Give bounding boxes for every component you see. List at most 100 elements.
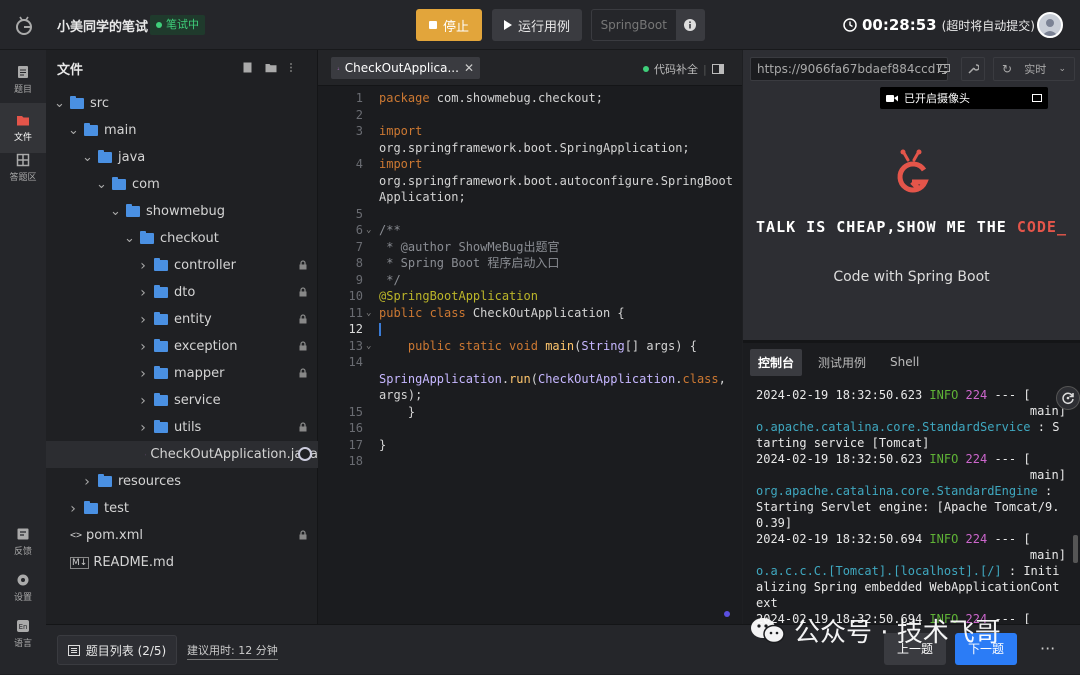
- tree-item-label: main: [104, 123, 137, 138]
- folder-icon: [98, 150, 112, 163]
- more-options-icon[interactable]: [289, 62, 293, 73]
- camera-icon: [886, 94, 898, 102]
- info-icon[interactable]: [676, 10, 704, 40]
- code-text: }: [379, 404, 416, 419]
- tree-item-dto[interactable]: › dto: [46, 279, 318, 306]
- log-thread: main]: [1029, 548, 1066, 562]
- tree-item-label: java: [118, 150, 146, 165]
- code-text: public static void main(String[] args) {: [407, 338, 697, 353]
- code-text: @SpringBootApplication: [379, 289, 538, 303]
- tab-test-cases[interactable]: 测试用例: [810, 349, 874, 376]
- chevron-right-icon: ›: [84, 473, 90, 490]
- timer-value: 00:28:53: [862, 16, 937, 34]
- user-avatar[interactable]: [1037, 12, 1063, 38]
- nav-item-question[interactable]: 题目: [0, 55, 46, 105]
- tree-item-controller[interactable]: › controller: [46, 252, 318, 279]
- more-button[interactable]: ···: [1040, 639, 1055, 658]
- log-thread-name: main: [1029, 404, 1059, 418]
- lock-icon: [299, 260, 307, 270]
- environment-select[interactable]: SpringBoot: [591, 9, 705, 41]
- tree-item-label: src: [90, 96, 109, 111]
- line-number: 17: [348, 437, 363, 452]
- folder-icon: [154, 393, 168, 406]
- tab-console[interactable]: 控制台: [750, 348, 803, 376]
- log-pid: 224: [965, 388, 988, 402]
- autocomplete-label: 代码补全: [654, 63, 698, 76]
- log-logger: o.a.c.c.C.[Tomcat].[localhost].[/]: [756, 564, 1002, 578]
- console-scrollbar[interactable]: [1073, 535, 1078, 563]
- screen-icon[interactable]: [934, 57, 954, 81]
- clock-icon: [843, 18, 857, 32]
- run-tests-button[interactable]: 运行用例: [492, 9, 582, 41]
- tree-item-label: CheckOutApplication.java: [150, 447, 318, 462]
- tree-item-test[interactable]: › test: [46, 495, 318, 522]
- log-message: Starting Servlet engine: [Apache Tomcat/…: [756, 500, 1060, 530]
- code-text: }: [379, 437, 387, 452]
- nav-label: 题目: [13, 85, 32, 95]
- tree-item-checkoutapplication-java[interactable]: CheckOutApplication.java: [46, 441, 318, 468]
- nav-item-language[interactable]: En 语言: [0, 609, 46, 659]
- chevron-down-icon: ⌄: [124, 231, 135, 246]
- line-number: 3: [355, 124, 363, 138]
- tree-item-resources[interactable]: › resources: [46, 468, 318, 495]
- preview-subtitle: Code with Spring Boot: [833, 269, 990, 285]
- nav-item-answer-area[interactable]: 答题区: [0, 143, 46, 193]
- fold-chevron-icon[interactable]: ⌄: [366, 338, 371, 355]
- code-text: org.springframework.boot.autoconfigure.S…: [379, 173, 734, 188]
- tree-item-mapper[interactable]: › mapper: [46, 360, 318, 387]
- slogan-main: TALK IS CHEAP,SHOW ME THE: [756, 218, 1017, 236]
- code-text: SpringApplication.run(CheckOutApplicatio…: [379, 371, 726, 386]
- folder-icon: [140, 231, 154, 244]
- code-text: */: [379, 272, 401, 287]
- tree-item-service[interactable]: › service: [46, 387, 318, 414]
- new-folder-icon[interactable]: [265, 62, 277, 73]
- app-logo-icon[interactable]: [13, 14, 35, 36]
- question-list-button[interactable]: 题目列表 (2/5): [57, 635, 177, 665]
- tree-item-utils[interactable]: › utils: [46, 414, 318, 441]
- autocomplete-toggle[interactable]: 代码补全 |: [643, 61, 724, 77]
- tree-item-pom-xml[interactable]: <> pom.xml: [46, 522, 318, 549]
- editor-tab-checkoutapplication[interactable]: CheckOutApplica... ✕: [331, 57, 480, 79]
- tab-shell[interactable]: Shell: [882, 350, 927, 374]
- chevron-down-icon: ⌄: [1058, 64, 1066, 74]
- tree-item-label: pom.xml: [86, 528, 144, 543]
- tree-item-java[interactable]: ⌄ java: [46, 144, 318, 171]
- preview-url-input[interactable]: https://9066fa67bdaef884ccd75: [750, 57, 948, 81]
- code-text: public class CheckOutApplication {: [379, 305, 625, 320]
- tree-item-src[interactable]: ⌄ src: [46, 90, 318, 117]
- chevron-down-icon: ⌄: [110, 204, 121, 219]
- slogan-accent: CODE_: [1016, 218, 1067, 236]
- new-file-icon[interactable]: [242, 62, 253, 73]
- tree-item-exception[interactable]: › exception: [46, 333, 318, 360]
- line-number: 11: [348, 305, 363, 320]
- tree-item-main[interactable]: ⌄ main: [46, 117, 318, 144]
- tree-item-com[interactable]: ⌄ com: [46, 171, 318, 198]
- minimize-icon[interactable]: [1032, 94, 1042, 102]
- panel-layout-icon[interactable]: [711, 64, 724, 74]
- tree-item-checkout[interactable]: ⌄ checkout: [46, 225, 318, 252]
- nav-item-settings[interactable]: 设置: [0, 563, 46, 613]
- fold-chevron-icon[interactable]: ⌄: [366, 222, 371, 239]
- stop-button[interactable]: 停止: [416, 9, 482, 41]
- tree-item-readme-md[interactable]: M↓ README.md: [46, 549, 318, 576]
- top-bar: 小美同学的笔试 笔试中 停止 运行用例 SpringBoot 00:28:53 …: [0, 0, 1080, 50]
- wrench-icon[interactable]: [961, 57, 985, 81]
- line-number: 2: [355, 107, 363, 122]
- tree-item-label: test: [104, 501, 129, 516]
- fold-chevron-icon[interactable]: ⌄: [366, 305, 371, 322]
- close-tab-icon[interactable]: ✕: [464, 61, 474, 75]
- line-number: 7: [355, 239, 363, 254]
- reload-icon[interactable]: ↻: [1002, 62, 1012, 76]
- chevron-right-icon: ›: [140, 419, 146, 436]
- nav-item-feedback[interactable]: 反馈: [0, 517, 46, 567]
- stop-icon: [428, 21, 437, 29]
- text-cursor: [379, 323, 381, 336]
- tree-item-label: README.md: [93, 555, 174, 570]
- chevron-down-icon: ⌄: [68, 123, 79, 138]
- tree-item-showmebug[interactable]: ⌄ showmebug: [46, 198, 318, 225]
- code-text: * @author ShowMeBug出题官: [379, 239, 560, 254]
- refresh-console-icon[interactable]: [1056, 386, 1080, 410]
- code-editor[interactable]: CheckOutApplica... ✕ 代码补全 | 1 package com…: [318, 50, 742, 624]
- preview-mode-select[interactable]: ↻ 实时 ⌄: [993, 57, 1075, 81]
- tree-item-entity[interactable]: › entity: [46, 306, 318, 333]
